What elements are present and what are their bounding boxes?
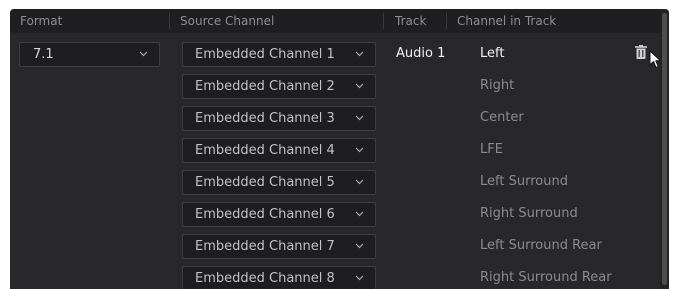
chevron-down-icon — [355, 147, 364, 153]
column-divider — [446, 13, 447, 29]
trash-icon[interactable] — [635, 45, 647, 59]
source-channel-select[interactable]: Embedded Channel 8 — [182, 266, 376, 289]
table-row: Embedded Channel 8 Right Surround Rear — [10, 266, 660, 289]
source-channel-select[interactable]: Embedded Channel 2 — [182, 74, 376, 99]
table-row: Embedded Channel 5 Left Surround — [10, 170, 660, 202]
chevron-down-icon — [139, 51, 148, 57]
channel-rows: 7.1 Embedded Channel 1 Audio 1 Left Embe… — [10, 42, 661, 289]
header-source-channel: Source Channel — [180, 14, 275, 28]
channel-in-track: Center — [480, 110, 524, 125]
audio-channel-mapping-panel: Format Source Channel Track Channel in T… — [10, 9, 669, 289]
source-channel-select[interactable]: Embedded Channel 1 — [182, 42, 376, 67]
chevron-down-icon — [355, 51, 364, 57]
chevron-down-icon — [355, 243, 364, 249]
source-channel-select[interactable]: Embedded Channel 5 — [182, 170, 376, 195]
table-header: Format Source Channel Track Channel in T… — [10, 9, 660, 33]
channel-in-track: Left — [480, 46, 505, 61]
format-select[interactable]: 7.1 — [19, 42, 160, 67]
channel-in-track: Left Surround Rear — [480, 238, 602, 253]
table-row: Embedded Channel 2 Right — [10, 74, 660, 106]
source-channel-select[interactable]: Embedded Channel 7 — [182, 234, 376, 259]
source-channel-value: Embedded Channel 4 — [195, 143, 335, 158]
header-track: Track — [395, 14, 427, 28]
chevron-down-icon — [355, 83, 364, 89]
source-channel-value: Embedded Channel 1 — [195, 47, 335, 62]
source-channel-value: Embedded Channel 8 — [195, 271, 335, 286]
chevron-down-icon — [355, 179, 364, 185]
channel-in-track: Right — [480, 78, 515, 93]
source-channel-value: Embedded Channel 6 — [195, 207, 335, 222]
track-name: Audio 1 — [396, 46, 446, 61]
scrollbar-thumb[interactable] — [662, 13, 667, 285]
format-select-value: 7.1 — [33, 47, 54, 62]
channel-in-track: Right Surround Rear — [480, 270, 612, 285]
chevron-down-icon — [355, 211, 364, 217]
table-row: Embedded Channel 6 Right Surround — [10, 202, 660, 234]
column-divider — [169, 13, 170, 29]
source-channel-select[interactable]: Embedded Channel 3 — [182, 106, 376, 131]
column-divider — [383, 13, 384, 29]
table-row: Embedded Channel 3 Center — [10, 106, 660, 138]
source-channel-value: Embedded Channel 5 — [195, 175, 335, 190]
chevron-down-icon — [355, 115, 364, 121]
vertical-scrollbar[interactable] — [660, 9, 669, 289]
table-row: Embedded Channel 4 LFE — [10, 138, 660, 170]
channel-in-track: LFE — [480, 142, 503, 157]
channel-in-track: Right Surround — [480, 206, 578, 221]
source-channel-value: Embedded Channel 3 — [195, 111, 335, 126]
channel-in-track: Left Surround — [480, 174, 568, 189]
source-channel-select[interactable]: Embedded Channel 6 — [182, 202, 376, 227]
table-row: 7.1 Embedded Channel 1 Audio 1 Left — [10, 42, 661, 74]
table-row: Embedded Channel 7 Left Surround Rear — [10, 234, 660, 266]
chevron-down-icon — [355, 275, 364, 281]
source-channel-value: Embedded Channel 2 — [195, 79, 335, 94]
source-channel-select[interactable]: Embedded Channel 4 — [182, 138, 376, 163]
source-channel-value: Embedded Channel 7 — [195, 239, 335, 254]
header-channel-in-track: Channel in Track — [457, 14, 557, 28]
header-format: Format — [20, 14, 63, 28]
